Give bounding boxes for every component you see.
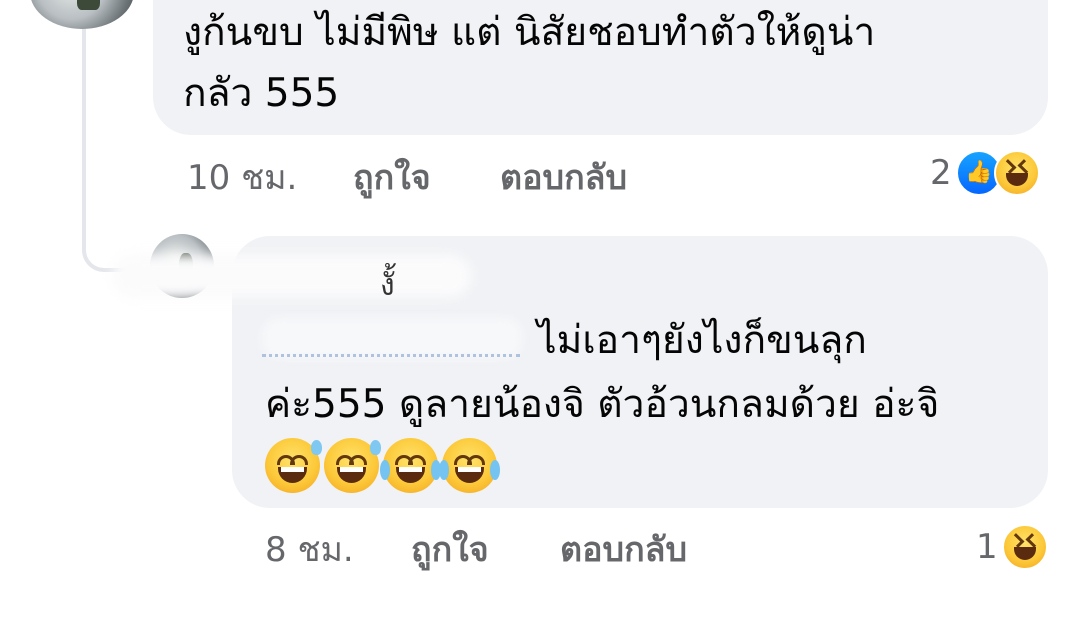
redacted-name-remnant: งั้ <box>380 268 401 303</box>
reply-text-line-1: ไม่เอาๆยังไงก็ขนลุก <box>537 318 867 363</box>
comment-text-line-1: งูก้นขบ ไม่มีพิษ แต่ นิสัยชอบทำตัวให้ดูน… <box>183 10 876 55</box>
comment-timestamp[interactable]: 10 ชม. <box>187 158 297 198</box>
grinning-sweat-icon <box>324 438 381 493</box>
comment-text-line-2: กลัว 555 <box>183 71 340 116</box>
tears-of-joy-icon <box>439 438 500 493</box>
reply-emoji-row <box>265 438 500 493</box>
haha-icon <box>1001 524 1048 570</box>
haha-icon <box>993 150 1040 196</box>
reply-text-line-2: ค่ะ555 ดูลายน้องจิ ตัวอ้วนกลมด้วย อ่ะจิ <box>265 382 940 427</box>
redacted-replier-name <box>112 254 472 298</box>
reply-reply-button[interactable]: ตอบกลับ <box>560 530 687 570</box>
reply-reactions[interactable]: 1 <box>976 524 1048 570</box>
comment-reactions[interactable]: 2 👍 <box>930 150 1040 196</box>
reply-like-button[interactable]: ถูกใจ <box>411 530 489 570</box>
mention-underline <box>262 330 520 357</box>
comment-reaction-count: 2 <box>930 153 952 193</box>
comment-reply-button[interactable]: ตอบกลับ <box>500 158 627 198</box>
tears-of-joy-icon <box>380 438 441 493</box>
commenter-avatar[interactable] <box>30 0 134 29</box>
grinning-sweat-icon <box>265 438 322 493</box>
reply-reaction-count: 1 <box>976 527 998 567</box>
reply-timestamp[interactable]: 8 ชม. <box>265 530 354 570</box>
thread-connector-line <box>82 28 156 272</box>
comment-like-button[interactable]: ถูกใจ <box>353 158 431 198</box>
